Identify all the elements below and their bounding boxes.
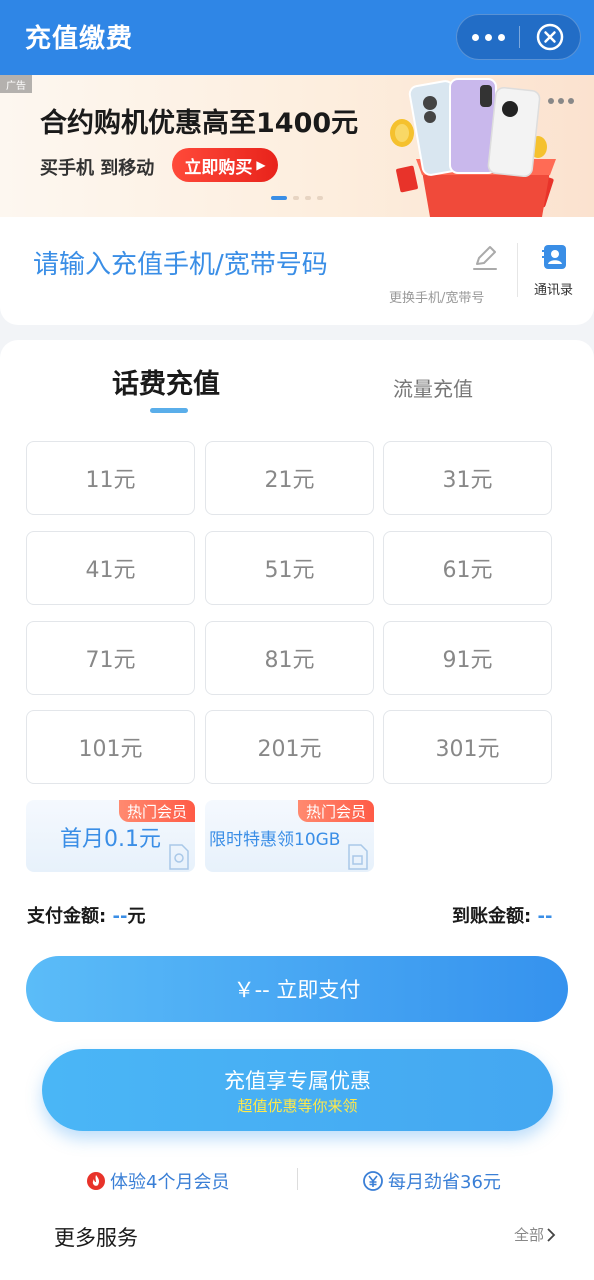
amount-option[interactable]: 41元	[26, 531, 195, 605]
amount-option[interactable]: 21元	[205, 441, 374, 515]
pay-amount: 支付金额: --元	[27, 906, 146, 927]
carousel-indicator	[271, 196, 329, 200]
benefit-membership[interactable]: 体验4个月会员	[86, 1168, 229, 1194]
contacts-label[interactable]: 通讯录	[534, 279, 573, 298]
received-amount-value: --	[537, 906, 553, 927]
hot-icon	[87, 1172, 105, 1190]
promo-option-first-month[interactable]: 热门会员 首月0.1元	[26, 800, 195, 872]
capsule-divider	[519, 26, 520, 48]
offer-subtitle: 超值优惠等你来领	[237, 1097, 358, 1115]
phones-gift-illustration	[390, 78, 556, 217]
phone-number-input[interactable]: 请输入充值手机/宽带号码	[33, 244, 328, 281]
chevron-right-icon	[547, 1227, 556, 1242]
amount-option[interactable]: 71元	[26, 621, 195, 695]
amount-option[interactable]: 11元	[26, 441, 195, 515]
pay-now-button[interactable]: ￥-- 立即支付	[26, 956, 568, 1022]
more-button[interactable]	[457, 15, 519, 59]
amount-option[interactable]: 31元	[383, 441, 552, 515]
tab-indicator	[150, 408, 188, 413]
exclusive-offer-button[interactable]: 充值享专属优惠 超值优惠等你来领	[42, 1049, 553, 1131]
amount-option[interactable]: 81元	[205, 621, 374, 695]
sim-card-icon	[169, 844, 189, 870]
more-services-heading: 更多服务	[54, 1226, 138, 1250]
amount-option[interactable]: 301元	[383, 710, 552, 784]
change-number-label[interactable]: 更换手机/宽带号	[389, 287, 484, 306]
amount-option[interactable]: 51元	[205, 531, 374, 605]
amount-option[interactable]: 201元	[205, 710, 374, 784]
divider	[517, 243, 518, 297]
amount-option[interactable]: 91元	[383, 621, 552, 695]
banner-title: 合约购机优惠高至1400元	[40, 108, 359, 139]
divider	[297, 1168, 298, 1190]
promo-option-10gb[interactable]: 热门会员 限时特惠领10GB	[205, 800, 374, 872]
close-icon[interactable]	[535, 22, 565, 52]
pencil-icon[interactable]	[470, 242, 500, 272]
mini-program-capsule	[456, 14, 581, 60]
pay-amount-value: --	[112, 906, 128, 927]
hot-badge: 热门会员	[118, 800, 195, 822]
nav-bar: 充值缴费	[0, 0, 594, 75]
ad-banner[interactable]: 广告 合约购机优惠高至1400元 买手机 到移动 立即购买 ▶	[0, 75, 594, 217]
amount-option[interactable]: 61元	[383, 531, 552, 605]
page-title: 充值缴费	[25, 24, 134, 54]
buy-now-button[interactable]: 立即购买 ▶	[172, 148, 278, 182]
sim-card-icon	[348, 844, 368, 870]
received-amount: 到账金额: --	[452, 906, 553, 927]
phone-input-card: 请输入充值手机/宽带号码 更换手机/宽带号 通讯录	[0, 217, 594, 325]
benefit-savings[interactable]: 每月劲省36元	[362, 1168, 501, 1194]
ad-tag: 广告	[0, 75, 32, 93]
yuan-coin-icon	[363, 1171, 383, 1191]
banner-more-icon[interactable]	[546, 98, 576, 104]
recharge-card: 话费充值 流量充值 11元 21元 31元 41元 51元 61元 71元 81…	[0, 340, 594, 1280]
contacts-icon[interactable]	[541, 243, 569, 271]
play-arrow-icon: ▶	[256, 158, 266, 172]
offer-title: 充值享专属优惠	[224, 1069, 371, 1093]
tab-data-recharge[interactable]: 流量充值	[393, 373, 473, 402]
tab-phone-recharge[interactable]: 话费充值	[112, 362, 220, 401]
banner-subtitle: 买手机 到移动	[40, 158, 155, 179]
more-dots-icon	[471, 33, 479, 41]
amount-option[interactable]: 101元	[26, 710, 195, 784]
view-all-link[interactable]: 全部	[514, 1224, 558, 1245]
hot-badge: 热门会员	[297, 800, 374, 822]
